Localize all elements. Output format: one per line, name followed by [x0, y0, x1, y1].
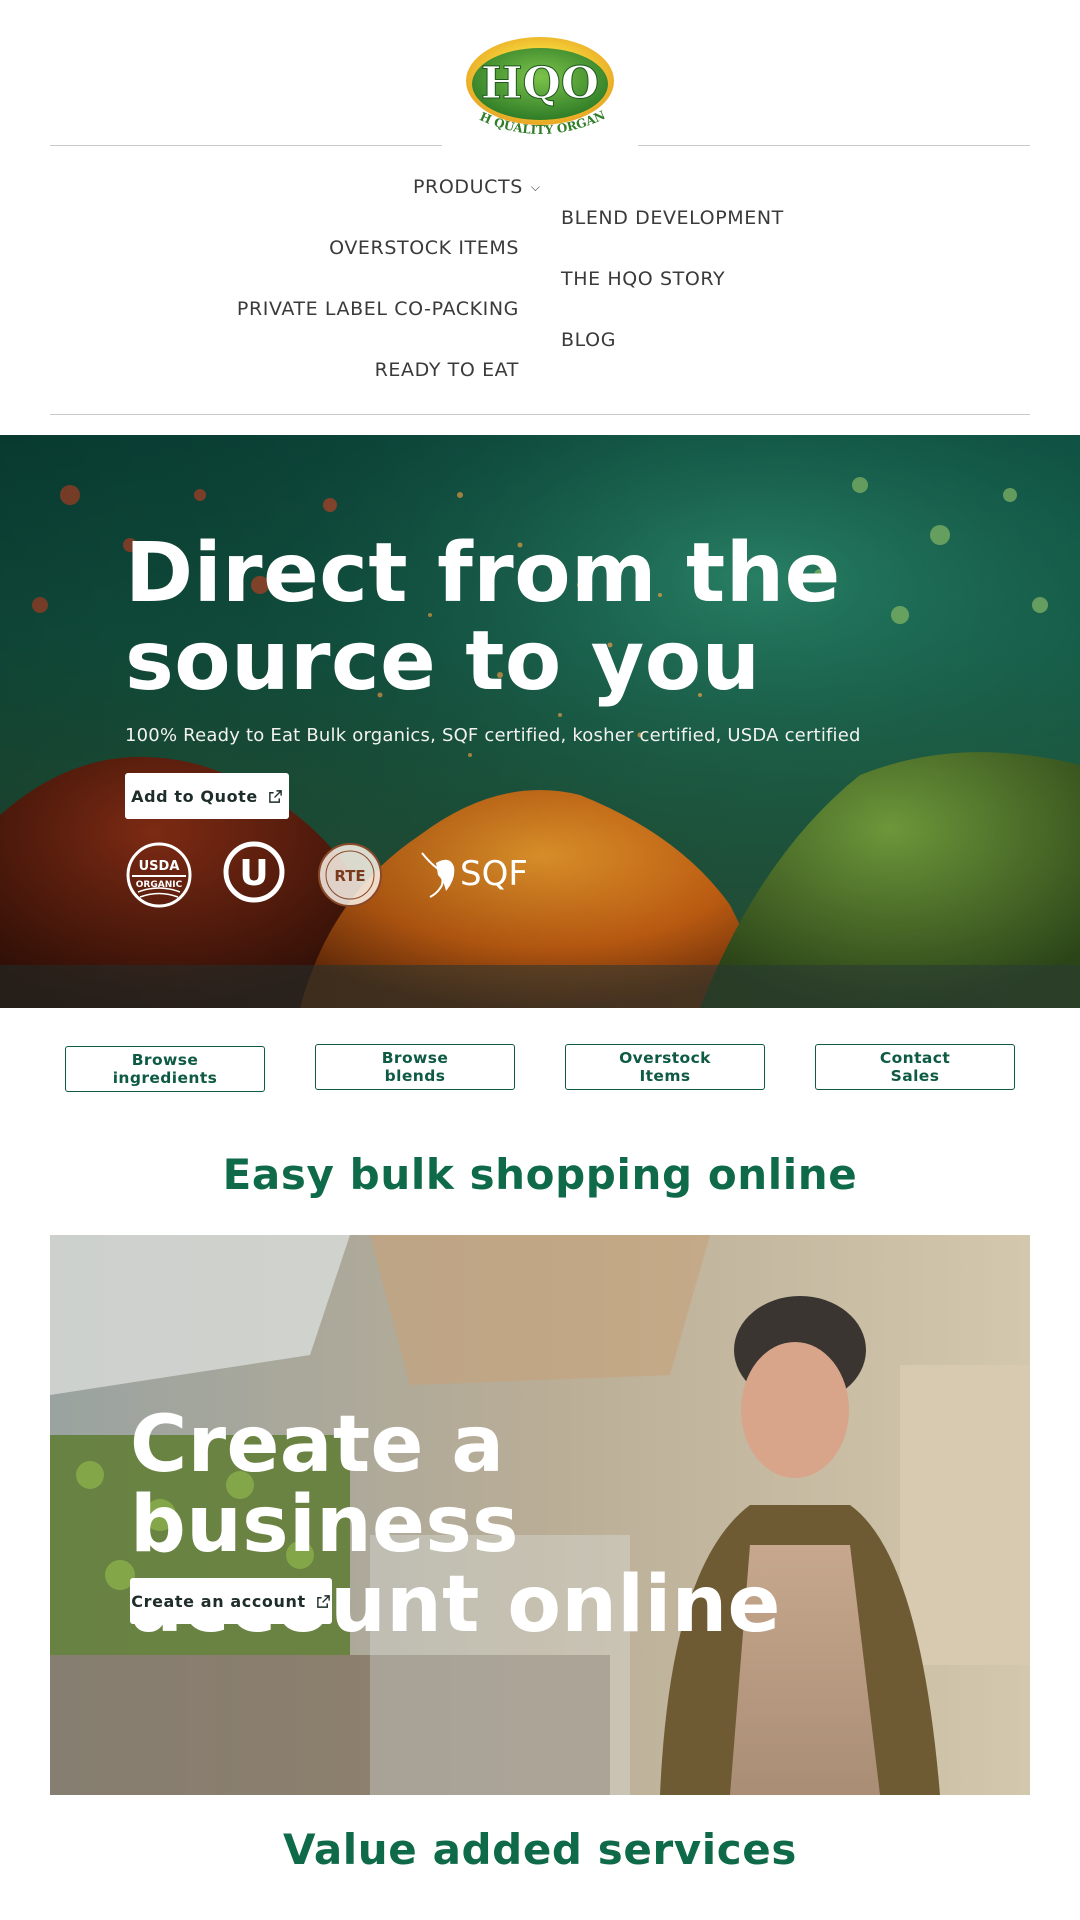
hero-subtitle: 100% Ready to Eat Bulk organics, SQF cer…	[125, 725, 861, 746]
hqo-logo[interactable]: HQO HIGH QUALITY ORGANICS	[434, 15, 640, 151]
nav-overstock-label: OVERSTOCK ITEMS	[329, 237, 519, 259]
nav-products-label: PRODUCTS	[413, 176, 523, 198]
nav-products[interactable]: PRODUCTS ⌵	[413, 176, 541, 198]
external-link-icon	[316, 1594, 330, 1608]
create-account-button[interactable]: Create an account	[130, 1578, 332, 1624]
usda-organic-badge: USDA ORGANIC	[126, 842, 192, 908]
nav-blend-development[interactable]: BLEND DEVELOPMENT	[561, 207, 784, 229]
header-divider-right	[638, 145, 1030, 146]
nav-overstock-items[interactable]: OVERSTOCK ITEMS	[329, 237, 519, 259]
nav-bottom-divider	[50, 414, 1030, 415]
sqf-badge: SQF	[421, 852, 528, 898]
business-account-banner: Create a business account online Create …	[50, 1235, 1030, 1795]
nav-ready-to-eat-label: READY TO EAT	[374, 359, 519, 381]
header-divider-left	[50, 145, 442, 146]
add-to-quote-button[interactable]: Add to Quote	[125, 773, 289, 819]
value-services-heading: Value added services	[283, 1825, 797, 1874]
external-link-icon	[269, 789, 282, 803]
chevron-down-icon: ⌵	[530, 180, 541, 194]
rte-badge: RTE	[318, 843, 382, 907]
nav-hqo-story[interactable]: THE HQO STORY	[561, 268, 725, 290]
browse-blends-label: Browse blends	[381, 1049, 449, 1085]
nav-private-label-label: PRIVATE LABEL CO-PACKING	[236, 298, 519, 320]
browse-blends-button[interactable]: Browse blends	[315, 1044, 515, 1090]
contact-sales-label: Contact Sales	[879, 1049, 951, 1085]
svg-text:U: U	[239, 853, 268, 894]
overstock-items-label: Overstock Items	[619, 1049, 711, 1085]
create-account-label: Create an account	[131, 1591, 306, 1611]
contact-sales-button[interactable]: Contact Sales	[815, 1044, 1015, 1090]
nav-blog-label: BLOG	[561, 329, 617, 351]
nav-ready-to-eat[interactable]: READY TO EAT	[375, 359, 519, 381]
hero-title: Direct from the source to you	[125, 526, 841, 709]
svg-text:SQF: SQF	[460, 854, 528, 894]
nav-blog[interactable]: BLOG	[561, 329, 616, 351]
svg-text:HQO: HQO	[481, 58, 599, 109]
spice-piles-image	[0, 435, 1080, 1008]
browse-ingredients-label: Browse ingredients	[112, 1051, 218, 1087]
kosher-u-badge: U	[223, 841, 285, 903]
easy-shopping-heading: Easy bulk shopping online	[222, 1150, 858, 1199]
overstock-items-button[interactable]: Overstock Items	[565, 1044, 765, 1090]
hero-banner: Direct from the source to you 100% Ready…	[0, 435, 1080, 1008]
nav-story-label: THE HQO STORY	[561, 268, 726, 290]
browse-ingredients-button[interactable]: Browse ingredients	[65, 1046, 265, 1092]
svg-text:USDA: USDA	[139, 859, 180, 874]
add-to-quote-label: Add to Quote	[131, 786, 258, 806]
svg-text:RTE: RTE	[334, 867, 365, 885]
nav-blend-label: BLEND DEVELOPMENT	[561, 207, 784, 229]
nav-private-label[interactable]: PRIVATE LABEL CO-PACKING	[237, 298, 519, 320]
